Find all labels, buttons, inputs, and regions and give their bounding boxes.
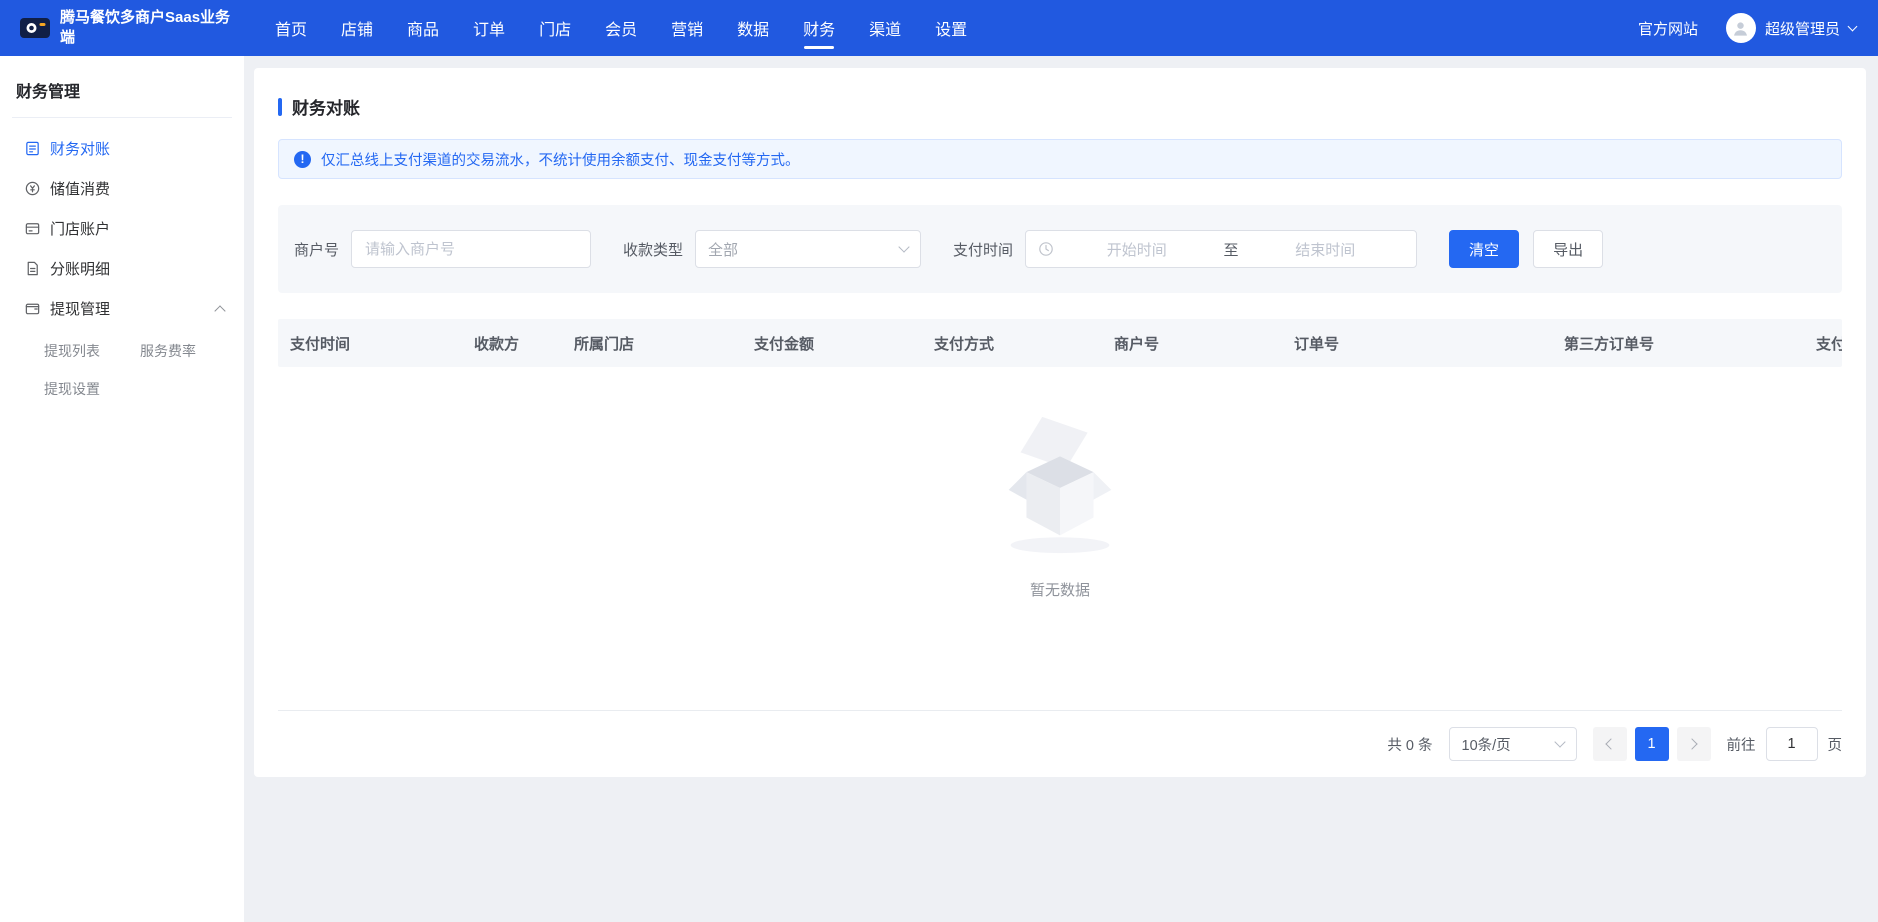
sidebar-item-label: 门店账户: [50, 218, 110, 239]
nav-item-stores[interactable]: 门店: [522, 0, 588, 56]
filter-bar: 商户号 收款类型 全部 支付时间: [278, 205, 1842, 293]
sidebar-subitem-withdraw-list[interactable]: 提现列表: [44, 332, 140, 370]
column-header-payee: 收款方: [462, 333, 562, 354]
table-header: 支付时间 收款方 所属门店 支付金额 支付方式 商户号 订单号 第三方订单号 支…: [278, 319, 1842, 367]
sidebar: 财务管理 财务对账 储: [0, 56, 244, 922]
range-separator: 至: [1220, 239, 1243, 260]
sidebar-subitem-service-rate[interactable]: 服务费率: [140, 332, 236, 370]
prev-page-button[interactable]: [1593, 727, 1627, 761]
nav-item-orders[interactable]: 订单: [456, 0, 522, 56]
sidebar-item-withdraw-management[interactable]: 提现管理: [0, 288, 244, 328]
empty-box-illustration: [981, 409, 1139, 559]
app-title: 腾马餐饮多商户Saas业务端: [60, 8, 232, 49]
sidebar-item-label: 提现管理: [50, 298, 110, 319]
date-range-picker[interactable]: 开始时间 至 结束时间: [1025, 230, 1417, 268]
goto-page-input[interactable]: [1766, 727, 1818, 761]
page-number-button[interactable]: 1: [1635, 727, 1669, 761]
brand: 腾马餐饮多商户Saas业务端: [0, 8, 244, 49]
app-root: 腾马餐饮多商户Saas业务端 首页 店铺 商品 订单 门店 会员 营销 数据 财…: [0, 0, 1878, 922]
nav-item-goods[interactable]: 商品: [390, 0, 456, 56]
top-header: 腾马餐饮多商户Saas业务端 首页 店铺 商品 订单 门店 会员 营销 数据 财…: [0, 0, 1878, 56]
chevron-left-icon: [1605, 738, 1616, 749]
column-header-store: 所属门店: [562, 333, 742, 354]
type-select[interactable]: 全部: [695, 230, 921, 268]
clear-button[interactable]: 清空: [1449, 230, 1519, 268]
reconciliation-icon: [24, 140, 41, 157]
user-name: 超级管理员: [1765, 18, 1840, 39]
sidebar-subitem-withdraw-settings[interactable]: 提现设置: [44, 370, 140, 408]
chevron-up-icon: [214, 305, 225, 316]
stored-value-icon: [24, 180, 41, 197]
store-account-icon: [24, 220, 41, 237]
user-menu[interactable]: 超级管理员: [1726, 13, 1856, 43]
alert-text: 仅汇总线上支付渠道的交易流水，不统计使用余额支付、现金支付等方式。: [321, 149, 800, 170]
chevron-down-icon: [1848, 21, 1858, 31]
goto-suffix: 页: [1828, 734, 1843, 755]
nav-item-channels[interactable]: 渠道: [852, 0, 918, 56]
column-header-amount: 支付金额: [742, 333, 922, 354]
sidebar-menu: 财务对账 储值消费 门店账户: [0, 118, 244, 408]
type-select-value: 全部: [708, 239, 738, 260]
sidebar-item-ledger-detail[interactable]: 分账明细: [0, 248, 244, 288]
sidebar-item-store-account[interactable]: 门店账户: [0, 208, 244, 248]
page-title: 财务对账: [292, 94, 360, 119]
empty-text: 暂无数据: [1030, 579, 1090, 600]
nav-item-data[interactable]: 数据: [720, 0, 786, 56]
chevron-down-icon: [898, 241, 909, 252]
nav-item-shop[interactable]: 店铺: [324, 0, 390, 56]
topbar-right: 官方网站 超级管理员: [1638, 13, 1878, 43]
column-header-third-party-order-no: 第三方订单号: [1552, 333, 1804, 354]
column-header-order-no: 订单号: [1282, 333, 1552, 354]
column-header-pay-method: 支付方式: [922, 333, 1102, 354]
sidebar-item-label: 分账明细: [50, 258, 110, 279]
wallet-icon: [24, 300, 41, 317]
pagination: 共 0 条 10条/页 1 前往 页: [278, 711, 1842, 777]
info-alert: 仅汇总线上支付渠道的交易流水，不统计使用余额支付、现金支付等方式。: [278, 139, 1842, 179]
content-card: 财务对账 仅汇总线上支付渠道的交易流水，不统计使用余额支付、现金支付等方式。 商…: [254, 68, 1866, 777]
column-header-merchant-no: 商户号: [1102, 333, 1282, 354]
clock-icon: [1038, 241, 1054, 257]
sidebar-item-stored-value[interactable]: 储值消费: [0, 168, 244, 208]
empty-state: 暂无数据: [278, 367, 1842, 710]
type-label: 收款类型: [623, 239, 683, 260]
sidebar-item-label: 储值消费: [50, 178, 110, 199]
export-button[interactable]: 导出: [1533, 230, 1603, 268]
sidebar-item-finance-reconciliation[interactable]: 财务对账: [0, 128, 244, 168]
time-label: 支付时间: [953, 239, 1013, 260]
info-icon: [294, 151, 311, 168]
nav-item-marketing[interactable]: 营销: [654, 0, 720, 56]
merchant-input[interactable]: [351, 230, 591, 268]
ledger-icon: [24, 260, 41, 277]
page-size-value: 10条/页: [1462, 734, 1511, 755]
chevron-right-icon: [1686, 738, 1697, 749]
nav-item-home[interactable]: 首页: [258, 0, 324, 56]
user-avatar-icon: [1726, 13, 1756, 43]
app-logo-icon: [20, 16, 50, 40]
nav-item-members[interactable]: 会员: [588, 0, 654, 56]
next-page-button[interactable]: [1677, 727, 1711, 761]
end-time-placeholder: 结束时间: [1247, 239, 1405, 260]
page-size-select[interactable]: 10条/页: [1449, 727, 1577, 761]
sidebar-item-label: 财务对账: [50, 138, 110, 159]
sidebar-title: 财务管理: [0, 56, 244, 117]
column-header-pay-time: 支付时间: [278, 333, 462, 354]
title-accent-bar: [278, 98, 282, 116]
chevron-down-icon: [1554, 736, 1565, 747]
nav-item-settings[interactable]: 设置: [918, 0, 984, 56]
column-header-pay-status: 支付状态: [1804, 333, 1842, 354]
goto-page: 前往 页: [1727, 727, 1843, 761]
official-site-link[interactable]: 官方网站: [1638, 18, 1698, 39]
total-count: 共 0 条: [1387, 734, 1432, 755]
page-buttons: 1: [1593, 727, 1711, 761]
merchant-label: 商户号: [294, 239, 339, 260]
main-content: 财务对账 仅汇总线上支付渠道的交易流水，不统计使用余额支付、现金支付等方式。 商…: [244, 56, 1878, 922]
withdraw-submenu: 提现列表 服务费率 提现设置: [0, 328, 244, 408]
nav-item-finance[interactable]: 财务: [786, 0, 852, 56]
start-time-placeholder: 开始时间: [1058, 239, 1216, 260]
layout: 财务管理 财务对账 储: [0, 56, 1878, 922]
goto-label: 前往: [1727, 734, 1756, 755]
main-nav: 首页 店铺 商品 订单 门店 会员 营销 数据 财务 渠道 设置: [258, 0, 984, 56]
page-title-row: 财务对账: [278, 94, 1842, 119]
